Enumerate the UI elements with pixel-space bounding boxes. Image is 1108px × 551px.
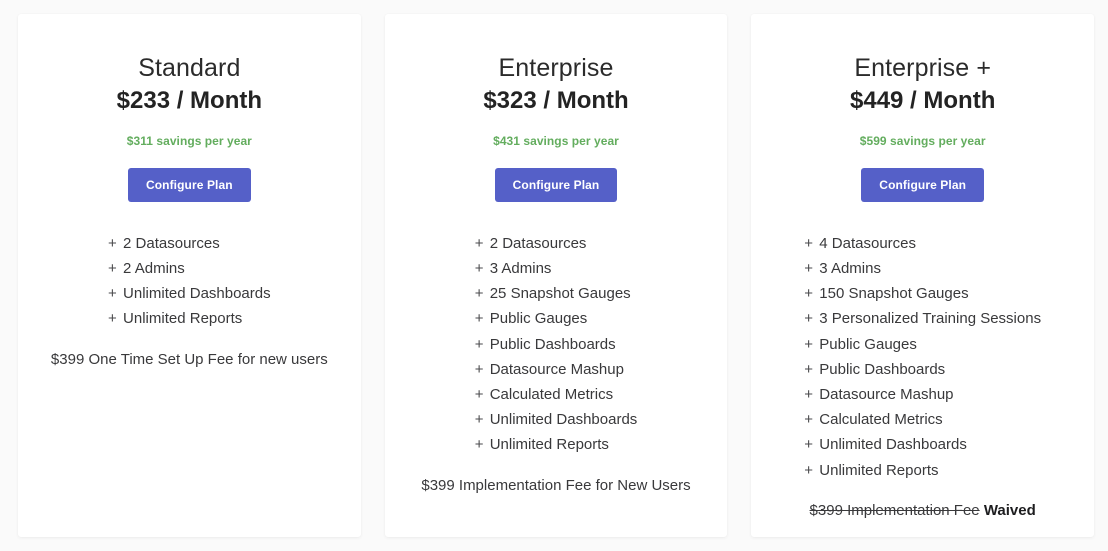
plan-card-standard: Standard $233 / Month $311 savings per yea… <box>18 14 361 537</box>
feature-item-label: Unlimited Reports <box>819 461 939 479</box>
plus-icon: + <box>804 360 814 378</box>
feature-item: +2 Datasources <box>108 231 271 256</box>
feature-item-label: Public Dashboards <box>489 335 616 353</box>
plan-feature-block: +2 Datasources +2 Admins + Unlimited Dashbo… <box>36 231 343 370</box>
feature-item-label: Calculated Metrics <box>819 411 943 429</box>
plus-icon: + <box>108 310 117 328</box>
feature-item: + Calculated Metrics <box>475 382 638 407</box>
plan-footnote: $399 One Time Set Up Fee for new users <box>51 350 328 370</box>
footnote-struck-text: $399 Implementation Fee <box>809 501 980 519</box>
plus-icon: + <box>804 461 814 479</box>
feature-item-label: Public Gauges <box>819 335 917 353</box>
feature-item-label: Datasource Mashup <box>819 385 954 403</box>
feature-item: + Public Dashboards <box>475 332 638 357</box>
plus-icon: + <box>474 411 484 429</box>
feature-item: + Datasource Mashup <box>475 357 638 382</box>
plus-icon: + <box>474 234 484 252</box>
feature-item: + Unlimited Reports <box>475 432 638 457</box>
feature-item-label: 2 Datasources <box>123 234 220 252</box>
plus-icon: + <box>804 436 814 454</box>
configure-plan-button[interactable]: Configure Plan <box>494 167 618 202</box>
feature-item: + Calculated Metrics <box>804 407 1041 432</box>
feature-item: +3 Admins <box>804 256 1041 281</box>
feature-item-label: 4 Datasources <box>819 234 916 252</box>
plus-icon: + <box>474 310 484 328</box>
configure-plan-button[interactable]: Configure Plan <box>127 167 251 202</box>
plus-icon: + <box>804 411 814 429</box>
feature-item: +3 Personalized Training Sessions <box>804 306 1041 331</box>
plus-icon: + <box>474 335 484 353</box>
plus-icon: + <box>474 385 484 403</box>
footnote-plain-text: $399 One Time Set Up Fee for new users <box>50 350 328 368</box>
plus-icon: + <box>474 360 484 378</box>
footnote-plain-text: $399 Implementation Fee for New Users <box>421 476 691 494</box>
feature-item: + Unlimited Dashboards <box>475 407 638 432</box>
plus-icon: + <box>804 285 814 303</box>
plus-icon: + <box>474 436 484 454</box>
feature-item: +25 Snapshot Gauges <box>475 281 638 306</box>
feature-item: +2 Datasources <box>475 231 638 256</box>
feature-item-label: 3 Personalized Training Sessions <box>819 310 1042 328</box>
plus-icon: + <box>804 385 814 403</box>
plan-card-enterprise: Enterprise + $449 / Month $599 savings per… <box>751 14 1095 537</box>
feature-item-label: Unlimited Reports <box>123 310 243 328</box>
feature-item-label: Calculated Metrics <box>489 385 614 403</box>
feature-item: +2 Admins <box>108 256 271 281</box>
feature-item-label: 3 Admins <box>489 259 552 277</box>
feature-item: + Public Dashboards <box>804 357 1041 382</box>
feature-item-label: Unlimited Dashboards <box>123 285 271 303</box>
feature-item: +4 Datasources <box>804 231 1041 256</box>
feature-item: + Public Gauges <box>804 332 1041 357</box>
plus-icon: + <box>804 335 814 353</box>
feature-item: +3 Admins <box>475 256 638 281</box>
plan-feature-list: +2 Datasources +3 Admins +25 Snapshot Gaug… <box>475 231 638 458</box>
plan-name: Standard <box>138 54 241 82</box>
feature-item-label: 25 Snapshot Gauges <box>489 285 631 303</box>
feature-item-label: 150 Snapshot Gauges <box>819 285 969 303</box>
plan-name: Enterprise + <box>854 54 992 82</box>
plus-icon: + <box>108 234 117 252</box>
plan-feature-block: +4 Datasources +3 Admins +150 Snapshot Gau… <box>769 231 1076 521</box>
configure-plan-button[interactable]: Configure Plan <box>861 167 985 202</box>
feature-item-label: Unlimited Dashboards <box>819 436 967 454</box>
feature-item-label: Unlimited Reports <box>489 436 609 454</box>
feature-item: +150 Snapshot Gauges <box>804 281 1041 306</box>
feature-item: + Unlimited Dashboards <box>108 281 271 306</box>
plus-icon: + <box>474 285 484 303</box>
footnote-bold-text: Waived <box>979 501 1036 519</box>
plus-icon: + <box>804 234 814 252</box>
feature-item: + Unlimited Reports <box>108 306 271 331</box>
plan-feature-block: +2 Datasources +3 Admins +25 Snapshot Gaug… <box>403 231 710 496</box>
plan-savings-badge: $311 savings per year <box>126 133 252 148</box>
feature-item-label: 3 Admins <box>819 259 881 277</box>
plus-icon: + <box>108 259 117 277</box>
plan-feature-list: +4 Datasources +3 Admins +150 Snapshot Gau… <box>804 231 1041 483</box>
feature-item: + Datasource Mashup <box>804 382 1041 407</box>
plan-footnote: $399 Implementation Fee for New Users <box>421 476 690 496</box>
plan-savings-badge: $431 savings per year <box>493 133 619 148</box>
feature-item: + Unlimited Reports <box>804 458 1041 483</box>
plus-icon: + <box>804 259 814 277</box>
feature-item-label: Public Gauges <box>489 310 588 328</box>
feature-item-label: Public Dashboards <box>819 360 946 378</box>
pricing-plans-grid: Standard $233 / Month $311 savings per yea… <box>0 0 1108 551</box>
plan-price: $449 / Month <box>850 86 996 114</box>
plan-name: Enterprise <box>498 54 614 82</box>
plan-savings-badge: $599 savings per year <box>859 133 986 148</box>
plan-price: $323 / Month <box>483 86 629 114</box>
plan-card-enterprise: Enterprise $323 / Month $431 savings per y… <box>384 14 728 537</box>
feature-item: + Public Gauges <box>475 306 638 331</box>
plus-icon: + <box>474 259 484 277</box>
feature-item-label: 2 Datasources <box>489 234 587 252</box>
feature-item-label: Datasource Mashup <box>489 360 624 378</box>
plan-footnote: $399 Implementation Fee Waived <box>810 501 1036 521</box>
feature-item-label: 2 Admins <box>123 259 185 277</box>
feature-item: + Unlimited Dashboards <box>804 432 1041 457</box>
feature-item-label: Unlimited Dashboards <box>489 411 638 429</box>
plus-icon: + <box>804 310 814 328</box>
plan-price: $233 / Month <box>116 86 263 114</box>
plus-icon: + <box>108 285 117 303</box>
plan-feature-list: +2 Datasources +2 Admins + Unlimited Dashbo… <box>108 231 271 332</box>
